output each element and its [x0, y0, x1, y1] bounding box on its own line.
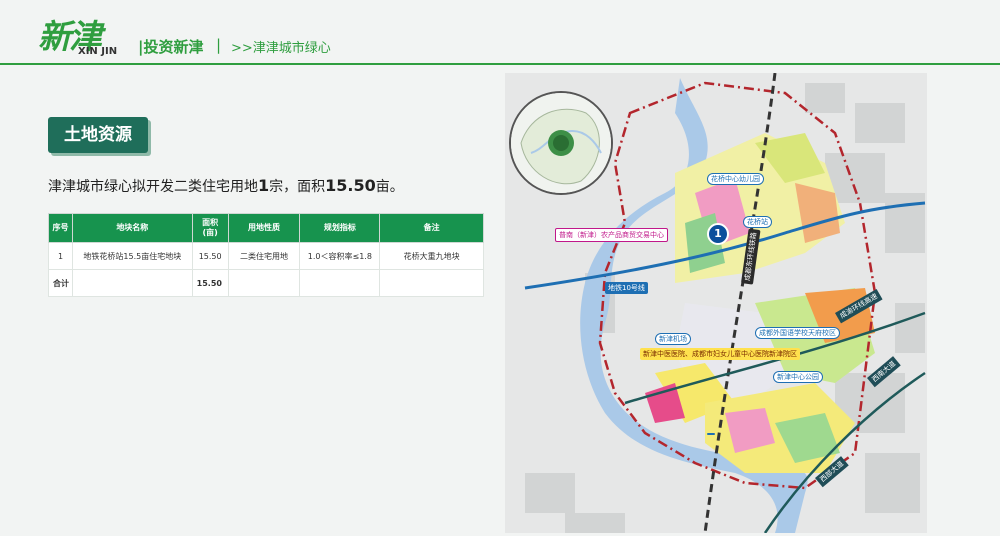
total-label: 合计 — [48, 269, 73, 297]
header-section: |投资新津 — [138, 38, 204, 56]
locator-graphic — [511, 93, 611, 193]
summary-text: 津津城市绿心拟开发二类住宅用地1宗，面积15.50亩。 — [48, 176, 404, 196]
table-row: 1 地铁花桥站15.5亩住宅地块 15.50 二类住宅用地 1.0＜容积率≤1.… — [48, 242, 484, 270]
page-header: 新津 XIN JIN |投资新津 | >>津津城市绿心 — [0, 0, 1000, 65]
map-label-park-center: 新津中心公园 — [773, 371, 823, 383]
map-label-kindergarten: 花桥中心幼儿园 — [707, 173, 764, 185]
summary-count: 1 — [258, 176, 270, 195]
cell-landuse: 二类住宅用地 — [227, 242, 301, 270]
map-label-baihe-park — [707, 433, 715, 435]
col-header-landuse: 用地性质 — [227, 213, 301, 243]
col-header-note: 备注 — [379, 213, 484, 243]
total-empty-note — [379, 269, 484, 297]
summary-pre: 津津城市绿心拟开发二类住宅用地 — [48, 179, 258, 195]
xinjin-logo: 新津 XIN JIN — [38, 14, 124, 58]
header-divider — [0, 63, 1000, 65]
logo-en: XIN JIN — [78, 46, 118, 57]
summary-post: 亩。 — [375, 179, 404, 195]
parcel-marker: 1 — [707, 223, 729, 245]
col-header-indicator: 规划指标 — [299, 213, 381, 243]
cell-area: 15.50 — [191, 242, 229, 270]
map-label-station: 花桥站 — [743, 216, 772, 228]
cell-indicator: 1.0＜容积率≤1.8 — [299, 242, 381, 270]
summary-mid: 宗，面积 — [269, 179, 326, 195]
map-label-metro: 地铁10号线 — [605, 282, 648, 294]
cell-index: 1 — [48, 242, 73, 270]
land-table: 序号 地块名称 面积(亩) 用地性质 规划指标 备注 1 地铁花桥站15.5亩住… — [48, 213, 484, 297]
total-area: 15.50 — [191, 269, 229, 297]
map-label-hospital: 新津中医医院、成都市妇女儿童中心医院新津院区 — [640, 348, 800, 360]
table-header-row: 序号 地块名称 面积(亩) 用地性质 规划指标 备注 — [48, 213, 484, 243]
cell-note: 花桥大重九地块 — [379, 242, 484, 270]
summary-area: 15.50 — [325, 176, 376, 195]
map-label-school: 成都外国语学校天府校区 — [755, 327, 840, 339]
locator-inset-map — [509, 91, 613, 195]
col-header-name: 地块名称 — [71, 213, 193, 243]
section-title-badge: 土地资源 — [48, 117, 148, 153]
map-label-market: 普南（新津）农产品商贸交易中心 — [555, 228, 668, 242]
map-label-airport: 新津机场 — [655, 333, 691, 345]
breadcrumb: >>津津城市绿心 — [231, 41, 331, 56]
total-empty-indicator — [299, 269, 381, 297]
total-empty-name — [71, 269, 193, 297]
cell-name: 地铁花桥站15.5亩住宅地块 — [71, 242, 193, 270]
header-separator: | — [216, 36, 222, 54]
table-total-row: 合计 15.50 — [48, 269, 484, 297]
total-empty-landuse — [227, 269, 301, 297]
col-header-index: 序号 — [48, 213, 73, 243]
col-header-area: 面积(亩) — [191, 213, 229, 243]
